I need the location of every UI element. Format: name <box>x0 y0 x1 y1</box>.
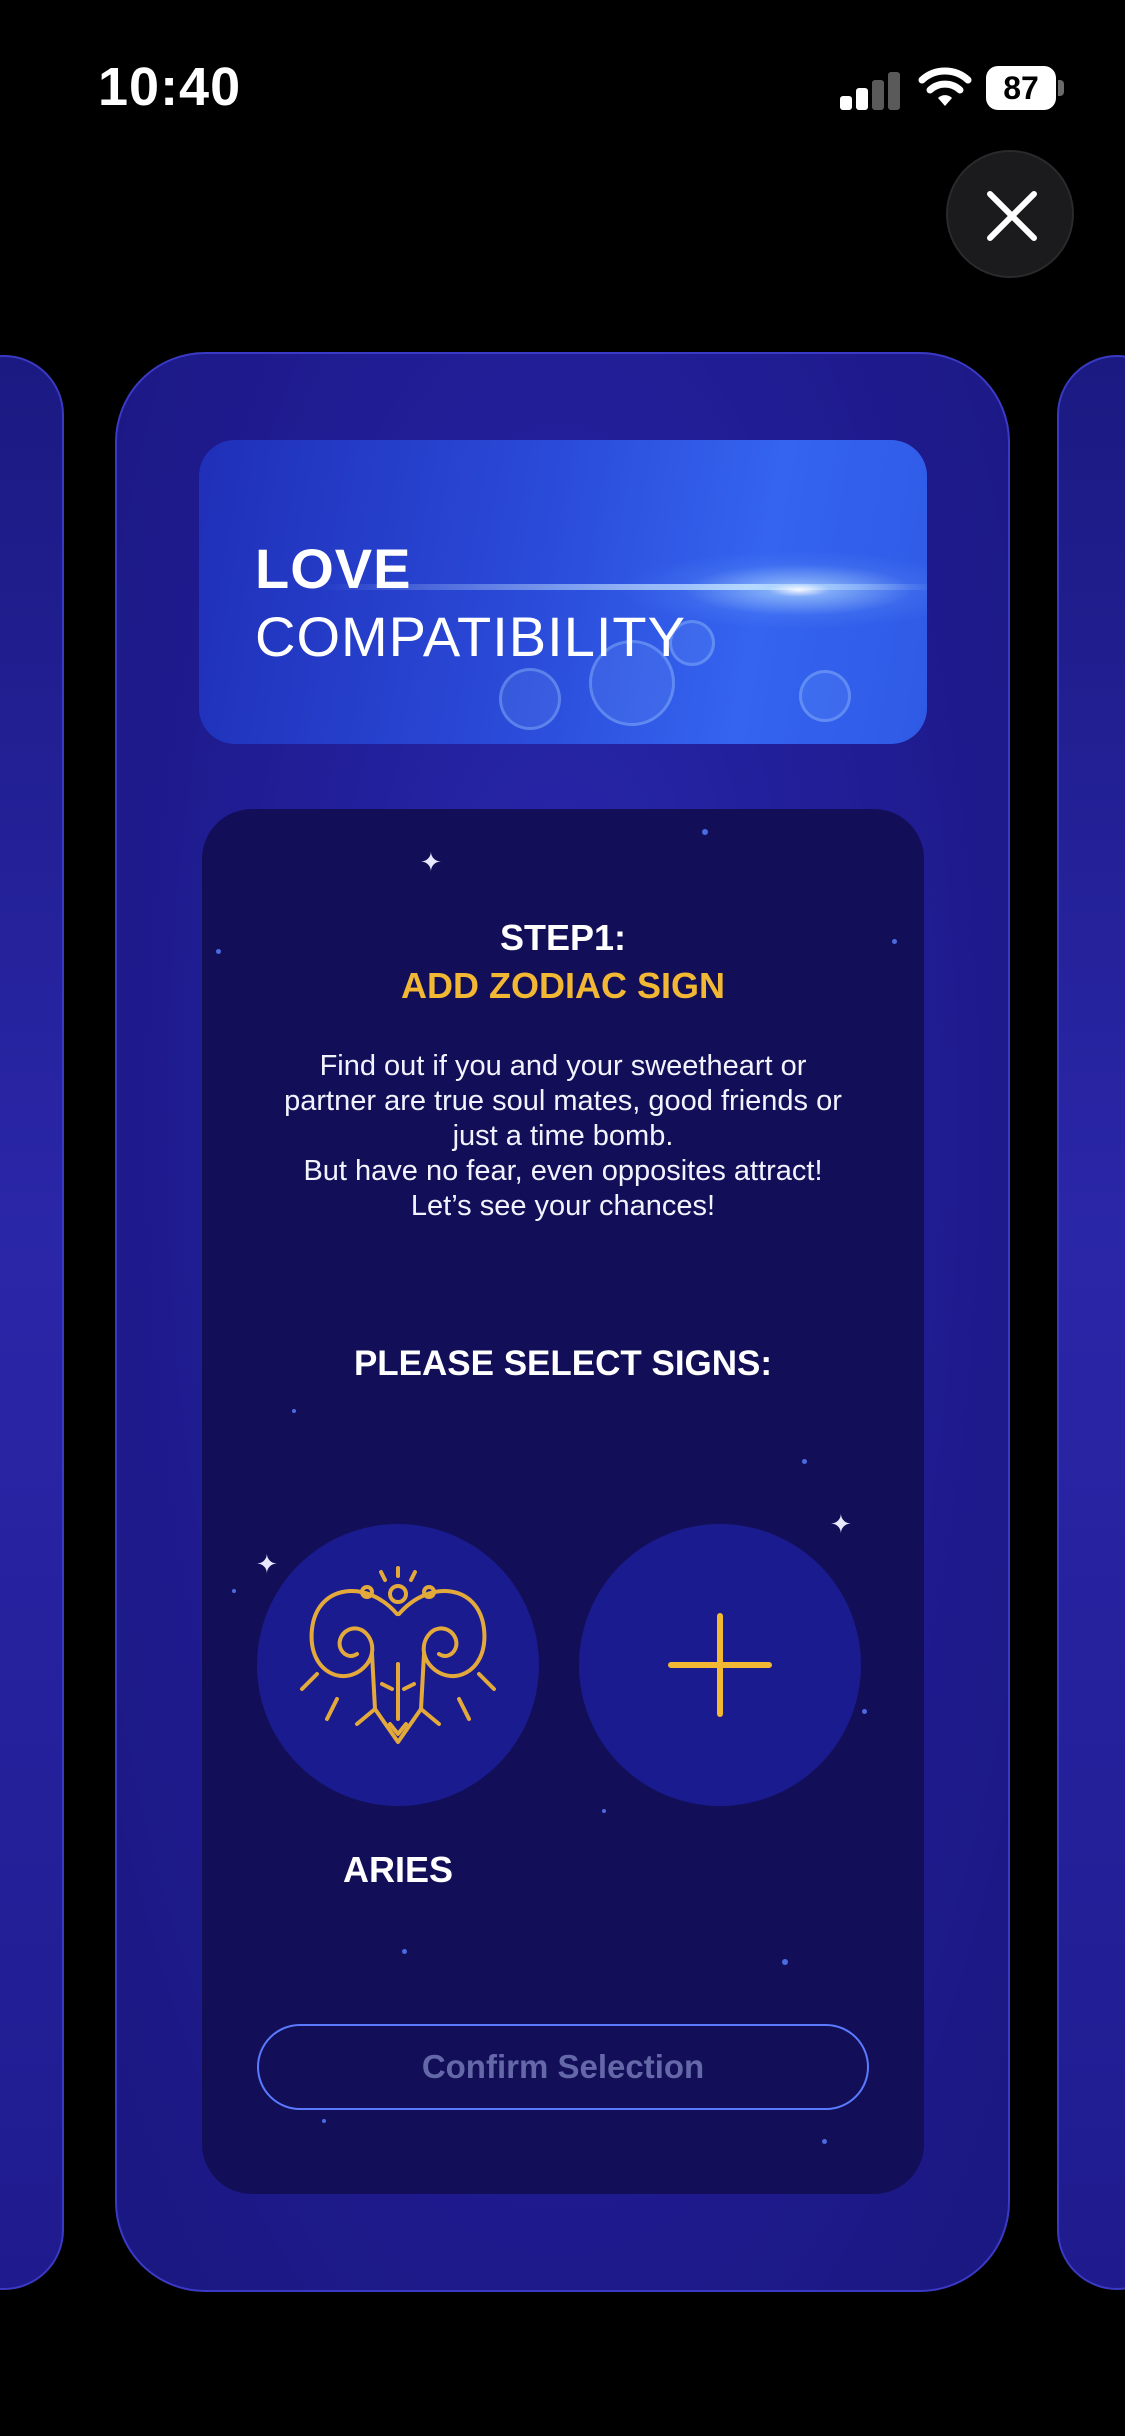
status-bar: 10:40 87 <box>0 0 1125 150</box>
description-line: partner are true soul mates, good friend… <box>284 1085 842 1117</box>
next-card[interactable] <box>1057 355 1125 2290</box>
description: Find out if you and your sweetheart or p… <box>242 1049 884 1224</box>
select-signs-label: PLEASE SELECT SIGNS: <box>353 1344 773 1383</box>
close-button[interactable] <box>946 150 1074 278</box>
description-line: Let’s see your chances! <box>410 1190 716 1222</box>
cellular-signal-icon <box>840 70 900 110</box>
step-panel: ✦ ✦ ✦ STEP1: ADD ZODIAC SIGN Find out if… <box>202 809 924 2194</box>
step-subtitle: ADD ZODIAC SIGN <box>401 965 725 1006</box>
battery-level: 87 <box>986 66 1056 110</box>
battery-icon: 87 <box>986 66 1064 110</box>
sign-label-aries: ARIES <box>342 1849 454 1890</box>
aries-ram-icon <box>300 1566 496 1744</box>
sign-slot-aries[interactable] <box>257 1524 539 1806</box>
banner-title-compatibility: COMPATIBILITY <box>255 605 686 668</box>
confirm-selection-button[interactable]: Confirm Selection <box>257 2024 869 2110</box>
wifi-icon <box>918 67 972 106</box>
banner: LOVE COMPATIBILITY <box>199 440 927 744</box>
status-time: 10:40 <box>98 57 242 117</box>
plus-icon <box>668 1613 772 1717</box>
close-icon <box>987 191 1037 241</box>
step-title: STEP1: <box>499 917 627 958</box>
description-line: just a time bomb. <box>452 1120 674 1152</box>
love-compatibility-card: LOVE COMPATIBILITY ✦ ✦ ✦ STEP1: ADD ZODI… <box>115 352 1010 2292</box>
previous-card[interactable] <box>0 355 64 2290</box>
description-line: But have no fear, even opposites attract… <box>303 1155 823 1187</box>
description-line: Find out if you and your sweetheart or <box>319 1050 807 1082</box>
sparkle-icon: ✦ <box>420 847 442 877</box>
banner-title-love: LOVE <box>255 537 412 600</box>
add-sign-button[interactable] <box>579 1524 861 1806</box>
